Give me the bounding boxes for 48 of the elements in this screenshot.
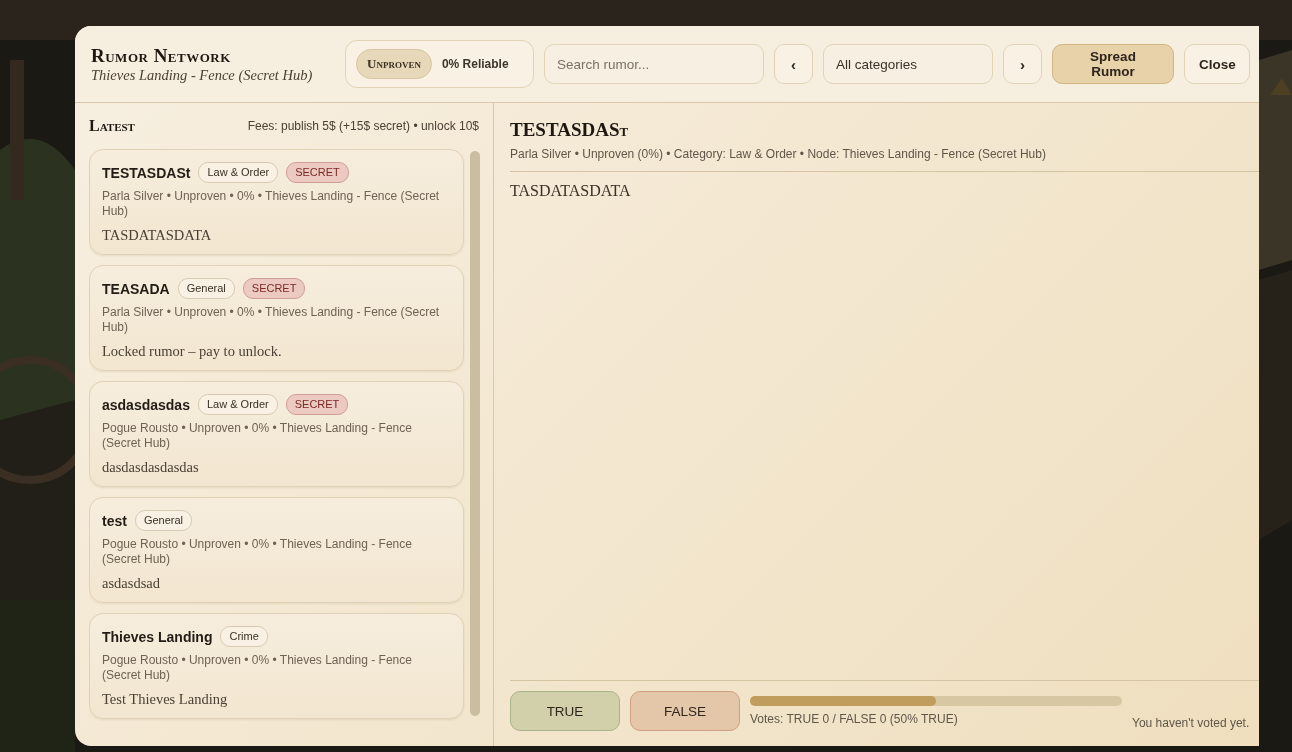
vote-summary: Votes: TRUE 0 / FALSE 0 (50% TRUE) bbox=[750, 712, 959, 726]
secret-tag: SECRET bbox=[285, 394, 349, 415]
rumor-text: Test Thieves Landing bbox=[102, 691, 229, 708]
search-field[interactable]: Search rumor... bbox=[544, 44, 764, 84]
previous-button[interactable]: ‹ bbox=[774, 44, 813, 84]
category-tag: General bbox=[177, 278, 235, 299]
rumor-meta: Parla Silver • Unproven • 0% • Thieves Landing - Fence (Secret Hub) bbox=[102, 305, 441, 335]
section-heading: Latest bbox=[89, 117, 135, 135]
rumor-text: dasdasdasdasdas bbox=[102, 459, 200, 476]
rumor-heading: TESTASDASt bbox=[510, 119, 630, 141]
category-tag: General bbox=[134, 510, 193, 531]
status-badge: Unproven bbox=[356, 49, 432, 79]
false-vote-button[interactable]: FALSE bbox=[630, 691, 740, 731]
rumor-meta: Pogue Rousto • Unproven • 0% • Thieves Landing - Fence (Secret Hub) bbox=[102, 537, 413, 567]
rumor-card[interactable]: test General Pogue Rousto • Unproven • 0% • Thieves Landing - Fence (Secret Hub) asdasdsad bbox=[89, 497, 464, 603]
location-subtitle: Thieves Landing - Fence (Secret Hub) bbox=[91, 66, 314, 84]
rumor-card[interactable]: TEASADA General SECRET Parla Silver • Unproven • 0% • Thieves Landing - Fence (Secret Hub) Locked rumor – pay to unlock. bbox=[89, 265, 464, 371]
next-button[interactable]: › bbox=[1003, 44, 1042, 84]
category-select[interactable]: All categories bbox=[823, 44, 993, 84]
secret-tag: SECRET bbox=[286, 162, 349, 183]
rumor-title: asdasdasdas bbox=[102, 396, 190, 413]
vote-status: You haven't voted yet. bbox=[1132, 716, 1250, 730]
rumor-card[interactable]: asdasdasdas Law & Order SECRET Pogue Rousto • Unproven • 0% • Thieves Landing - Fence (Secret Hub) dasdasdasdasdas bbox=[89, 381, 464, 487]
rumor-meta: Parla Silver • Unproven • 0% • Thieves Landing - Fence (Secret Hub) bbox=[102, 189, 441, 219]
rumor-meta: Pogue Rousto • Unproven • 0% • Thieves Landing - Fence (Secret Hub) bbox=[102, 653, 413, 683]
app-title: Rumor Network bbox=[91, 44, 232, 67]
rumor-text: Locked rumor – pay to unlock. bbox=[102, 343, 283, 360]
rumor-title: TESTASDASt bbox=[102, 164, 191, 181]
category-tag: Law & Order bbox=[198, 162, 279, 183]
rumor-title: TEASADA bbox=[102, 280, 170, 297]
rumor-title: test bbox=[102, 512, 127, 529]
secret-tag: SECRET bbox=[242, 278, 306, 299]
rumor-text: TASDATASDATA bbox=[510, 182, 632, 201]
close-button[interactable]: Close bbox=[1184, 44, 1250, 84]
rumor-card[interactable]: Thieves Landing Crime Pogue Rousto • Unproven • 0% • Thieves Landing - Fence (Secret Hub) Test Thieves Landing bbox=[89, 613, 464, 719]
rumor-title: Thieves Landing bbox=[102, 628, 213, 645]
scrollbar-thumb[interactable] bbox=[470, 151, 480, 716]
rumor-text: asdasdsad bbox=[102, 575, 161, 592]
category-tag: Law & Order bbox=[197, 394, 278, 415]
rumor-meta: Pogue Rousto • Unproven • 0% • Thieves Landing - Fence (Secret Hub) bbox=[102, 421, 413, 451]
true-vote-button[interactable]: TRUE bbox=[510, 691, 620, 731]
rumor-card[interactable]: TESTASDASt Law & Order SECRET Parla Silver • Unproven • 0% • Thieves Landing - Fence (Secret Hub) TASDATASDATA bbox=[89, 149, 464, 255]
category-tag: Crime bbox=[220, 626, 268, 647]
rumor-text: TASDATASDATA bbox=[102, 227, 213, 244]
fees-note: Fees: publish 5$ (+15$ secret) • unlock 10$ bbox=[247, 119, 479, 133]
rumor-details: Parla Silver • Unproven (0%) • Category: Law & Order • Node: Thieves Landing - Fence (Secret Hub) bbox=[510, 147, 1259, 172]
reliability-label: 0% Reliable bbox=[441, 57, 509, 71]
spread-rumor-button[interactable]: Spread Rumor bbox=[1052, 44, 1174, 84]
